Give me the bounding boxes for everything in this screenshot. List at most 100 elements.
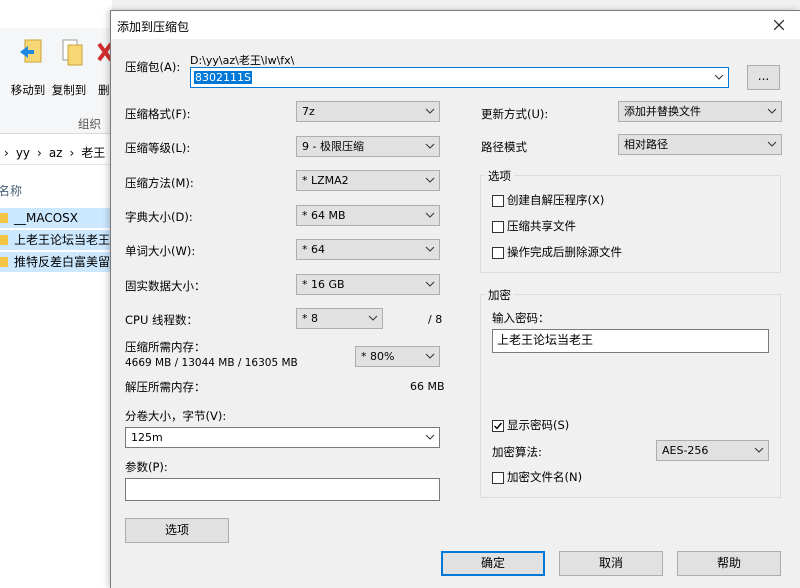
copy-to-label: 复制到 [51, 83, 87, 97]
checkbox-box [492, 247, 504, 259]
list-item[interactable]: 推特反差白富美留 [0, 252, 112, 272]
chevron-down-icon [368, 315, 378, 321]
move-to-icon [20, 39, 42, 63]
password-input[interactable]: 上老王论坛当老王 [492, 329, 769, 353]
chevron-down-icon [425, 434, 435, 440]
explorer-ribbon: 移动到 复制到 删 组织 [0, 28, 112, 134]
chevron-down-icon [425, 177, 435, 183]
options-button[interactable]: 选项 [125, 518, 229, 543]
mem-decomp-value: 66 MB [410, 380, 445, 393]
dialog-title: 添加到压缩包 [117, 20, 190, 34]
shared-files-label: 压缩共享文件 [507, 219, 576, 233]
mem-usage-select[interactable]: * 80% [355, 346, 440, 367]
word-select[interactable]: * 64 [296, 239, 440, 260]
update-label: 更新方式(U): [481, 107, 549, 121]
delete-button[interactable]: 删 [92, 36, 112, 106]
breadcrumb-sep: › [37, 146, 42, 160]
params-input[interactable] [125, 478, 440, 501]
list-item[interactable]: 上老王论坛当老王 [0, 230, 112, 250]
threads-value: * 8 [302, 312, 318, 325]
chevron-down-icon [425, 143, 435, 149]
breadcrumb-item[interactable]: 老王 [81, 146, 105, 160]
breadcrumb-sep: › [69, 146, 75, 160]
dict-label: 字典大小(D): [125, 210, 193, 224]
update-select[interactable]: 添加并替换文件 [618, 101, 782, 122]
encryption-method-select[interactable]: AES-256 [656, 440, 769, 461]
browse-button[interactable]: ... [747, 65, 780, 90]
breadcrumb[interactable]: › yy › az › 老王 [0, 141, 112, 165]
archive-path: D:\yy\az\老王\lw\fx\ [190, 54, 295, 67]
checkbox-box [492, 420, 504, 432]
checkbox-box [492, 472, 504, 484]
mem-comp-label: 压缩所需内存： [125, 340, 206, 354]
copy-to-icon [62, 39, 83, 66]
method-label: 压缩方法(M): [125, 176, 194, 190]
checkbox-box [492, 221, 504, 233]
encryption-method-value: AES-256 [662, 444, 709, 457]
delete-after-checkbox[interactable]: 操作完成后删除源文件 [492, 246, 622, 260]
shared-files-checkbox[interactable]: 压缩共享文件 [492, 220, 576, 234]
volume-select[interactable]: 125m [125, 427, 440, 448]
delete-label: 删 [98, 83, 110, 97]
chevron-down-icon [425, 212, 435, 218]
chevron-down-icon [425, 246, 435, 252]
encrypt-names-label: 加密文件名(N) [507, 470, 583, 484]
path-mode-value: 相对路径 [624, 138, 668, 151]
delete-after-label: 操作完成后删除源文件 [507, 245, 622, 259]
encrypt-names-checkbox[interactable]: 加密文件名(N) [492, 471, 582, 485]
format-value: 7z [302, 105, 315, 118]
cancel-button[interactable]: 取消 [559, 551, 663, 576]
threads-max: / 8 [428, 313, 443, 326]
copy-to-button[interactable]: 复制到 [47, 36, 91, 106]
file-name: 上老王论坛当老王 [14, 233, 111, 247]
path-mode-select[interactable]: 相对路径 [618, 134, 782, 155]
solid-select[interactable]: * 16 GB [296, 274, 440, 295]
volume-value: 125m [131, 431, 163, 444]
ribbon-group-label: 组织 [78, 117, 101, 131]
sfx-checkbox[interactable]: 创建自解压程序(X) [492, 194, 604, 208]
chevron-down-icon [767, 108, 777, 114]
format-select[interactable]: 7z [296, 101, 440, 122]
show-password-checkbox[interactable]: 显示密码(S) [492, 419, 569, 433]
breadcrumb-item[interactable]: yy [16, 146, 30, 160]
breadcrumb-item[interactable]: az [49, 146, 63, 160]
level-select[interactable]: 9 - 极限压缩 [296, 136, 440, 157]
list-item[interactable]: __MACOSX [0, 208, 112, 228]
threads-select[interactable]: * 8 [296, 308, 383, 329]
word-value: * 64 [302, 243, 325, 256]
encryption-group-title: 加密 [485, 287, 514, 303]
level-label: 压缩等级(L): [125, 141, 191, 155]
folder-icon [0, 257, 8, 267]
mem-comp-detail: 4669 MB / 13044 MB / 16305 MB [125, 357, 298, 369]
solid-value: * 16 GB [302, 278, 345, 291]
archive-name-input[interactable]: 8302111S [190, 67, 729, 88]
update-value: 添加并替换文件 [624, 105, 701, 118]
password-label: 输入密码： [492, 311, 550, 325]
chevron-down-icon[interactable] [714, 72, 724, 82]
explorer-window: 移动到 复制到 删 组织 › yy › az › 老王 名称 __MACOSX 上老王论坛… [0, 0, 112, 588]
options-group-title: 选项 [485, 168, 514, 184]
file-name: __MACOSX [14, 211, 79, 225]
ok-button[interactable]: 确定 [441, 551, 545, 576]
add-to-archive-dialog: 添加到压缩包 压缩包(A): D:\yy\az\老王\lw\fx\ 830211… [110, 10, 800, 588]
volume-label: 分卷大小，字节(V): [125, 409, 227, 423]
chevron-down-icon [754, 447, 764, 453]
level-value: 9 - 极限压缩 [302, 140, 364, 153]
close-button[interactable] [768, 14, 790, 36]
dialog-titlebar[interactable]: 添加到压缩包 [111, 11, 800, 39]
column-header-name[interactable]: 名称 [0, 182, 22, 199]
chevron-down-icon [767, 141, 777, 147]
threads-label: CPU 线程数： [125, 313, 199, 327]
checkbox-box [492, 195, 504, 207]
mem-usage-value: * 80% [361, 350, 395, 363]
folder-icon [0, 213, 8, 223]
archive-name-selected: 8302111S [194, 71, 252, 84]
sfx-label: 创建自解压程序(X) [507, 193, 605, 207]
move-to-button[interactable]: 移动到 [6, 36, 50, 106]
help-button[interactable]: 帮助 [677, 551, 781, 576]
method-select[interactable]: * LZMA2 [296, 170, 440, 191]
checkmark-icon [494, 422, 503, 430]
solid-label: 固实数据大小： [125, 279, 206, 293]
folder-icon [0, 235, 8, 245]
dict-select[interactable]: * 64 MB [296, 205, 440, 226]
